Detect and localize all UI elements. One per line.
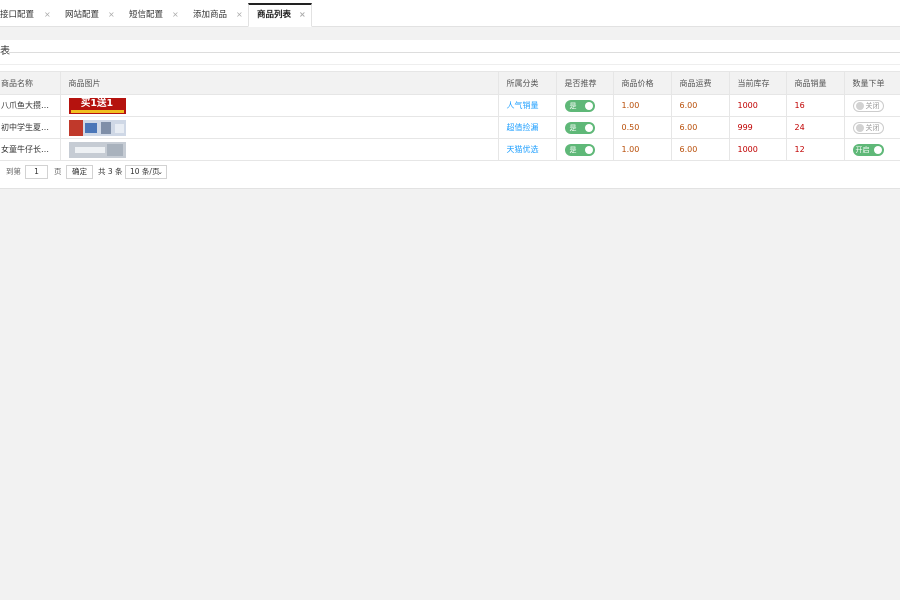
tab-label: 接口配置	[0, 10, 35, 20]
product-thumbnail[interactable]	[68, 141, 126, 158]
tab-site-config[interactable]: 网站配置 ×	[65, 3, 123, 27]
product-name: 初中学生夏…	[0, 116, 61, 139]
header-qty-order[interactable]: 数量下单	[844, 71, 900, 95]
toggle-knob	[873, 145, 882, 154]
toggle-knob	[855, 124, 864, 132]
title-divider	[9, 52, 900, 53]
divider	[0, 64, 900, 65]
recommend-toggle[interactable]: 是	[564, 143, 595, 156]
toggle-knob	[584, 101, 593, 110]
close-icon[interactable]: ×	[236, 3, 243, 27]
thumbnail-strip	[70, 109, 124, 113]
price: 1.00	[613, 138, 672, 161]
shipping: 6.00	[671, 138, 730, 161]
goto-label: 到第	[6, 167, 21, 176]
toggle-label: 关闭	[865, 101, 880, 110]
qty-order-toggle[interactable]: 开启	[852, 143, 884, 156]
tab-label: 商品列表	[257, 10, 292, 20]
toggle-label: 是	[569, 101, 577, 110]
thumbnail-block	[106, 143, 123, 156]
header-stock[interactable]: 当前库存	[729, 71, 787, 95]
header-shipping[interactable]: 商品运费	[671, 71, 730, 95]
toggle-label: 关闭	[865, 123, 880, 132]
close-icon[interactable]: ×	[172, 3, 179, 27]
close-icon[interactable]: ×	[108, 3, 115, 27]
qty-order-cell: 关闭	[844, 116, 900, 139]
tab-label: 网站配置	[65, 10, 100, 20]
product-thumbnail[interactable]	[68, 119, 126, 136]
close-icon[interactable]: ×	[44, 3, 51, 27]
sales: 24	[786, 116, 845, 139]
tab-label: 短信配置	[129, 10, 164, 20]
recommend-toggle[interactable]: 是	[564, 121, 595, 134]
qty-order-toggle[interactable]: 关闭	[852, 121, 884, 134]
recommend-cell: 是	[556, 116, 614, 139]
toggle-label: 是	[569, 123, 577, 132]
table-row: 八爪鱼大攒… 买1送1 人气销量 是 1.00 6.00 1000 16 关闭	[0, 94, 900, 117]
tab-product-list[interactable]: 商品列表 ×	[248, 3, 312, 27]
header-category[interactable]: 所属分类	[498, 71, 557, 95]
recommend-toggle[interactable]: 是	[564, 99, 595, 112]
header-recommend[interactable]: 是否推荐	[556, 71, 614, 95]
panel-bottom-border	[0, 188, 900, 189]
tab-add-product[interactable]: 添加商品 ×	[193, 3, 249, 27]
toggle-label: 开启	[855, 145, 870, 154]
page-unit-label: 页	[54, 167, 62, 176]
table-row: 女童牛仔长… 天猫优选 是 1.00 6.00 1000 12 开启	[0, 138, 900, 161]
thumbnail-block	[74, 146, 105, 153]
shipping: 6.00	[671, 116, 730, 139]
header-product-image[interactable]: 商品图片	[60, 71, 499, 95]
confirm-button[interactable]: 确定	[66, 165, 93, 179]
product-table: 商品名称 商品图片 所属分类 是否推荐 商品价格 商品运费 当前库存 商品销量 …	[0, 71, 900, 161]
toggle-knob	[584, 145, 593, 154]
thumbnail-block	[114, 123, 124, 133]
product-name: 八爪鱼大攒…	[0, 94, 61, 117]
category-link[interactable]: 天猫优选	[498, 138, 557, 161]
product-image-cell: 买1送1	[60, 94, 499, 117]
product-image-cell	[60, 138, 499, 161]
recommend-cell: 是	[556, 138, 614, 161]
sales: 12	[786, 138, 845, 161]
per-page-value: 10 条/页	[130, 167, 160, 176]
main-panel: 表 商品名称 商品图片 所属分类 是否推荐 商品价格 商品运费 当前库存 商品销…	[0, 40, 900, 189]
product-image-cell	[60, 116, 499, 139]
qty-order-cell: 关闭	[844, 94, 900, 117]
toggle-knob	[855, 102, 864, 110]
sales: 16	[786, 94, 845, 117]
total-count: 共 3 条	[98, 167, 123, 176]
stock: 999	[729, 116, 787, 139]
product-thumbnail[interactable]: 买1送1	[68, 97, 126, 114]
chevron-down-icon: ⌄	[157, 168, 163, 176]
thumbnail-block	[100, 121, 111, 134]
product-name: 女童牛仔长…	[0, 138, 61, 161]
recommend-cell: 是	[556, 94, 614, 117]
table-header-row: 商品名称 商品图片 所属分类 是否推荐 商品价格 商品运费 当前库存 商品销量 …	[0, 71, 900, 95]
close-icon[interactable]: ×	[299, 5, 306, 25]
tab-sms-config[interactable]: 短信配置 ×	[129, 3, 187, 27]
toggle-knob	[584, 123, 593, 132]
thumbnail-block	[84, 122, 97, 133]
tab-label: 添加商品	[193, 10, 228, 20]
header-price[interactable]: 商品价格	[613, 71, 672, 95]
thumbnail-block	[68, 119, 83, 136]
qty-order-cell: 开启	[844, 138, 900, 161]
header-sales[interactable]: 商品销量	[786, 71, 845, 95]
qty-order-toggle[interactable]: 关闭	[852, 99, 884, 112]
shipping: 6.00	[671, 94, 730, 117]
toggle-label: 是	[569, 145, 577, 154]
per-page-select[interactable]: 10 条/页 ⌄	[125, 165, 167, 179]
header-product-name[interactable]: 商品名称	[0, 71, 61, 95]
page-input[interactable]: 1	[25, 165, 48, 179]
stock: 1000	[729, 138, 787, 161]
price: 1.00	[613, 94, 672, 117]
tab-bar: 接口配置 × 网站配置 × 短信配置 × 添加商品 × 商品列表 ×	[0, 0, 900, 27]
table-row: 初中学生夏… 超值捡漏 是 0.50 6.00 999 24 关闭	[0, 116, 900, 139]
price: 0.50	[613, 116, 672, 139]
category-link[interactable]: 超值捡漏	[498, 116, 557, 139]
tab-interface-config[interactable]: 接口配置 ×	[0, 3, 60, 27]
category-link[interactable]: 人气销量	[498, 94, 557, 117]
pagination: 到第 1 页 确定 共 3 条 10 条/页 ⌄	[0, 162, 900, 182]
stock: 1000	[729, 94, 787, 117]
thumbnail-text: 买1送1	[80, 97, 114, 109]
